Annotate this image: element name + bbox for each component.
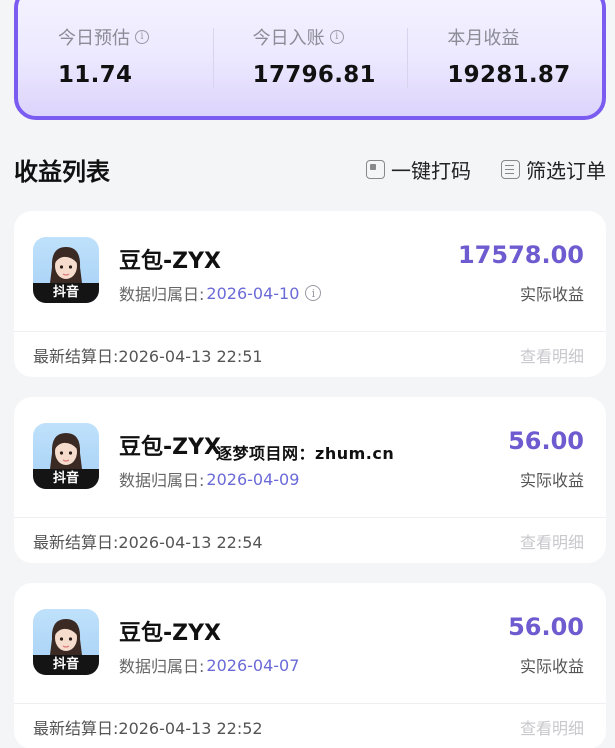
filter-orders-button[interactable]: 筛选订单: [501, 155, 606, 184]
settle-date: 最新结算日:2026-04-13 22:52: [33, 719, 263, 738]
stat-value: 11.74: [58, 62, 133, 88]
filter-icon: [501, 159, 520, 179]
section-title: 收益列表: [14, 157, 110, 186]
stat-label: 今日预估 i: [58, 24, 213, 50]
divider: [14, 331, 606, 332]
settle-date: 最新结算日:2026-04-13 22:51: [33, 347, 263, 366]
stat-value: 17796.81: [252, 62, 376, 88]
income-amount: 56.00: [508, 427, 584, 455]
avatar: 抖音: [33, 609, 99, 675]
income-amount-label: 实际收益: [519, 657, 584, 676]
watermark-text: 逐梦项目网：zhum.cn: [216, 444, 395, 463]
header-actions: 一键打码 筛选订单: [366, 155, 606, 184]
view-details-link[interactable]: 查看明细: [520, 343, 584, 367]
income-card[interactable]: 抖音 豆包-ZYX 数据归属日: 2026-04-10 i 17578.00 实…: [14, 211, 606, 377]
stat-today-estimate: 今日预估 i 11.74: [18, 24, 213, 116]
view-details-link[interactable]: 查看明细: [520, 715, 584, 739]
platform-tag: 抖音: [33, 655, 99, 675]
platform-tag: 抖音: [33, 283, 99, 303]
mask-code-icon: [366, 159, 385, 179]
view-details-link[interactable]: 查看明细: [520, 529, 584, 553]
stat-month-income: 本月收益 19281.87: [407, 24, 602, 116]
data-date-value: 2026-04-07: [206, 655, 300, 675]
stat-label: 今日入账 i: [253, 24, 408, 50]
stat-label-text: 今日入账: [252, 28, 325, 49]
data-date-label: 数据归属日:: [119, 285, 205, 304]
stat-label-text: 本月收益: [447, 28, 520, 49]
income-amount: 17578.00: [457, 241, 584, 269]
info-icon[interactable]: i: [135, 30, 149, 44]
data-date-label: 数据归属日:: [119, 471, 205, 490]
data-date: 数据归属日: 2026-04-09: [119, 467, 299, 491]
income-amount: 56.00: [508, 613, 584, 641]
stat-label: 本月收益: [447, 24, 602, 50]
data-date-label: 数据归属日:: [119, 657, 205, 676]
account-name: 豆包-ZYX: [119, 435, 221, 460]
filter-orders-label: 筛选订单: [526, 158, 606, 183]
divider: [14, 703, 606, 704]
income-card[interactable]: 抖音 豆包-ZYX 数据归属日: 2026-04-09 56.00 实际收益 最…: [14, 397, 606, 563]
summary-card: 今日预估 i 11.74 今日入账 i 17796.81 本月收益 19281.…: [14, 0, 606, 120]
mask-code-label: 一键打码: [391, 158, 471, 183]
settle-date: 最新结算日:2026-04-13 22:54: [33, 533, 263, 552]
data-date-value: 2026-04-10: [206, 283, 300, 303]
info-icon[interactable]: i: [305, 285, 322, 301]
info-icon[interactable]: i: [329, 30, 344, 44]
avatar: 抖音: [33, 423, 99, 489]
income-card[interactable]: 抖音 豆包-ZYX 数据归属日: 2026-04-07 56.00 实际收益 最…: [14, 583, 606, 748]
income-amount-label: 实际收益: [519, 471, 584, 490]
data-date: 数据归属日: 2026-04-07: [119, 653, 299, 677]
platform-tag: 抖音: [33, 469, 99, 489]
divider: [14, 517, 606, 518]
stat-value: 19281.87: [447, 62, 571, 88]
account-name: 豆包-ZYX: [119, 249, 221, 274]
income-amount-label: 实际收益: [519, 285, 584, 304]
stat-label-text: 今日预估: [58, 28, 130, 49]
mask-code-button[interactable]: 一键打码: [366, 155, 471, 184]
stat-today-credited: 今日入账 i 17796.81: [212, 24, 408, 116]
avatar: 抖音: [33, 237, 99, 303]
income-list-header: 收益列表 一键打码 筛选订单: [14, 150, 606, 188]
data-date-value: 2026-04-09: [206, 469, 300, 489]
account-name: 豆包-ZYX: [119, 621, 221, 646]
data-date: 数据归属日: 2026-04-10 i: [119, 281, 322, 305]
